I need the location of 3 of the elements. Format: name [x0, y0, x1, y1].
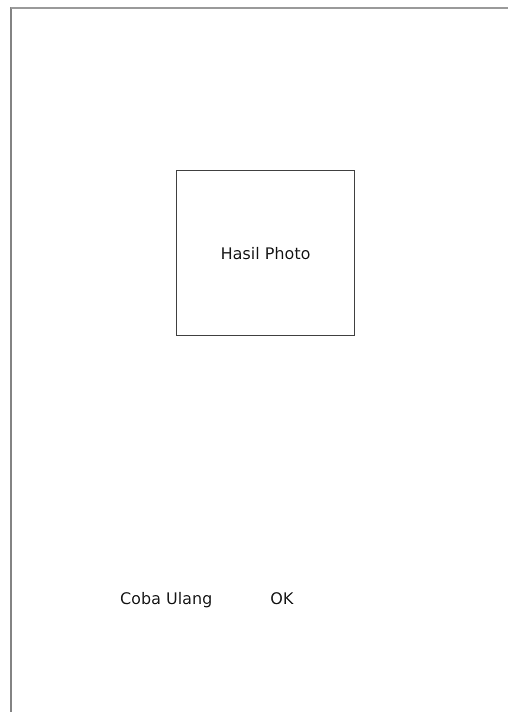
retry-button[interactable]: Coba Ulang [112, 585, 220, 612]
ok-button[interactable]: OK [262, 585, 302, 612]
photo-label: Hasil Photo [220, 244, 310, 262]
